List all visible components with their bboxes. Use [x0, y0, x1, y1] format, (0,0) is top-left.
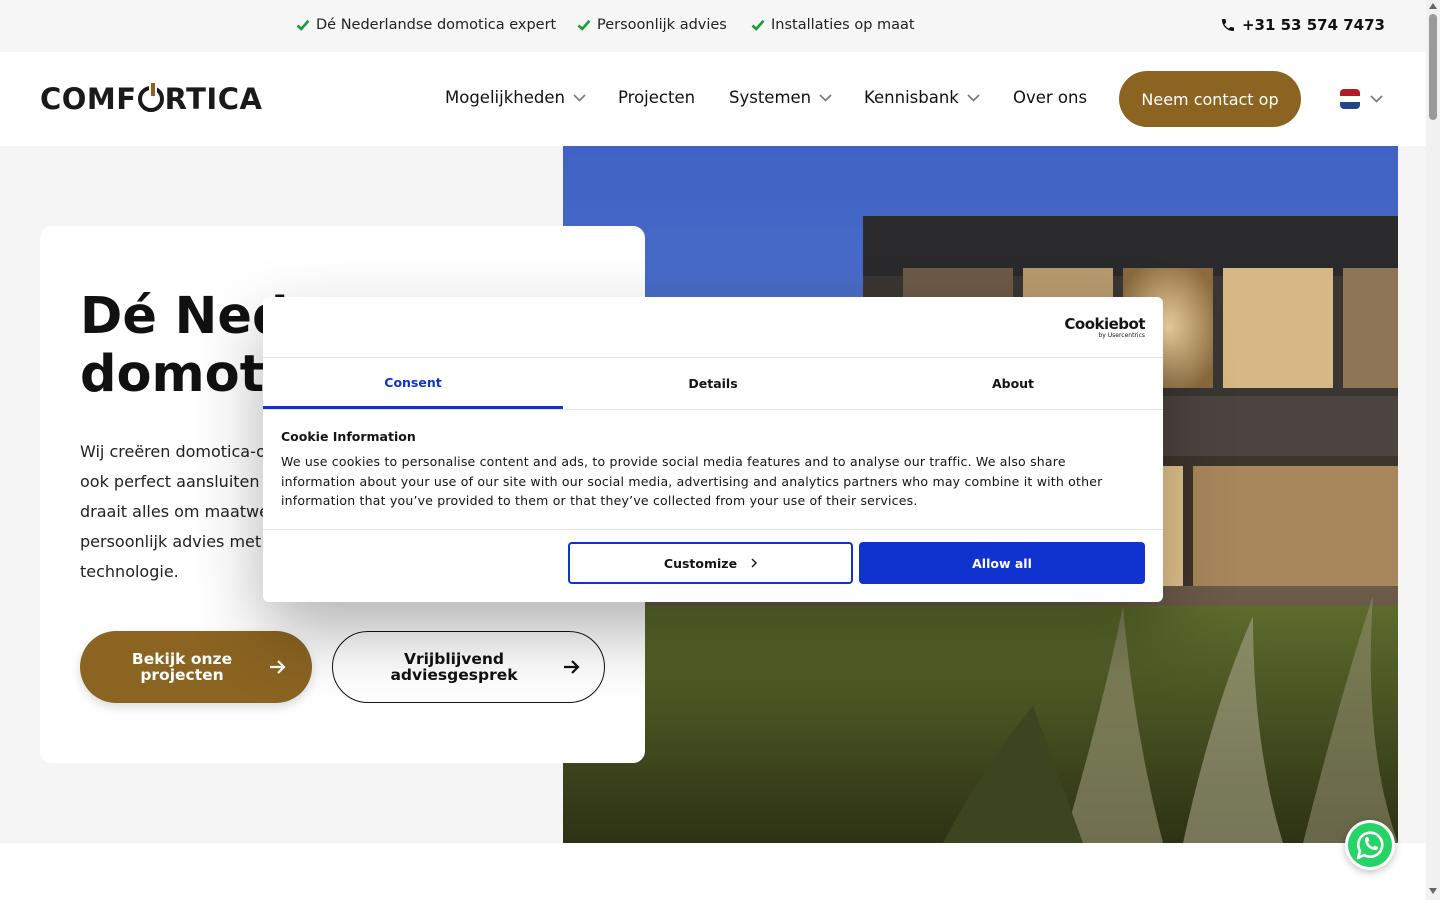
usp-label: Installaties op maat [771, 17, 915, 33]
nav-item-kennisbank[interactable]: Kennisbank [864, 88, 980, 107]
cookiebot-brand-sub: by Usercentrics [1098, 332, 1145, 339]
whatsapp-button[interactable] [1345, 820, 1395, 870]
phone-number: +31 53 574 7473 [1241, 16, 1385, 34]
nav-item-mogelijkheden[interactable]: Mogelijkheden [445, 88, 586, 107]
usp-item: Installaties op maat [751, 17, 915, 33]
page-scrollbar[interactable] [1426, 0, 1440, 900]
chevron-down-icon [819, 93, 832, 102]
logo-text-start: COMF [40, 82, 137, 116]
nav-item-projecten[interactable]: Projecten [618, 88, 695, 107]
flag-nl-icon [1340, 89, 1360, 109]
divider [263, 409, 1163, 410]
view-projects-button[interactable]: Bekijk onze projecten [80, 631, 312, 703]
cookiebot-logo: Cookiebot by Usercentrics [1064, 317, 1145, 340]
whatsapp-icon [1348, 823, 1392, 867]
usp-label: Persoonlijk advies [597, 17, 727, 33]
chevron-down-icon [967, 93, 980, 102]
divider [263, 529, 1163, 530]
scroll-down-arrow-icon[interactable] [1429, 888, 1437, 894]
usp-item: Persoonlijk advies [577, 17, 727, 33]
scroll-up-arrow-icon[interactable] [1429, 3, 1437, 9]
allow-all-button[interactable]: Allow all [859, 542, 1145, 584]
button-label-line: Vrijblijvend [403, 650, 505, 668]
button-label-line: projecten [140, 666, 224, 684]
check-icon [751, 19, 765, 31]
power-icon [137, 83, 164, 112]
logo-text-end: RTICA [164, 82, 263, 116]
phone-icon [1221, 19, 1234, 31]
consultation-button[interactable]: Vrijblijvend adviesgesprek [332, 631, 605, 703]
main-header: COMF RTICA Mogelijkheden Projecten Syste… [0, 52, 1426, 146]
tab-consent[interactable]: Consent [263, 358, 563, 409]
tab-details[interactable]: Details [563, 358, 863, 409]
nav-label: Over ons [1013, 88, 1088, 107]
nav-label: Mogelijkheden [445, 88, 565, 107]
button-label: Bekijk onze projecten [120, 651, 244, 683]
logo[interactable]: COMF RTICA [40, 82, 262, 116]
chevron-right-icon [751, 558, 758, 568]
customize-label: Customize [663, 555, 738, 571]
nav-label: Kennisbank [864, 88, 959, 107]
top-bar: Dé Nederlandse domotica expert Persoonli… [0, 0, 1426, 52]
customize-button[interactable]: Customize [568, 542, 853, 584]
tab-about[interactable]: About [863, 358, 1163, 409]
check-icon [577, 19, 591, 31]
chevron-down-icon [573, 93, 586, 102]
cookiebot-brand: Cookiebot [1064, 315, 1145, 333]
usp-label: Dé Nederlandse domotica expert [316, 17, 557, 33]
cookie-consent-dialog: Cookiebot by Usercentrics Consent Detail… [263, 297, 1163, 602]
nav-label: Projecten [618, 88, 696, 107]
nav-label: Systemen [729, 88, 812, 107]
button-label-line: Bekijk onze [131, 650, 233, 668]
check-icon [296, 19, 310, 31]
usp-item: Dé Nederlandse domotica expert [296, 17, 556, 33]
contact-button[interactable]: Neem contact op [1119, 71, 1301, 127]
cookie-body-text: We use cookies to personalise content an… [281, 454, 1103, 508]
button-label-line: adviesgesprek [390, 666, 518, 684]
phone-link[interactable]: +31 53 574 7473 [1220, 16, 1385, 34]
nav-item-systemen[interactable]: Systemen [729, 88, 832, 107]
nav-item-over-ons[interactable]: Over ons [1013, 88, 1087, 107]
cookie-heading: Cookie Information [281, 429, 416, 444]
arrow-right-icon [270, 660, 286, 674]
chevron-down-icon [1370, 95, 1383, 103]
button-label: Vrijblijvend adviesgesprek [375, 651, 533, 683]
arrow-right-icon [564, 660, 580, 674]
language-selector[interactable] [1340, 89, 1383, 109]
scrollbar-thumb[interactable] [1429, 14, 1437, 120]
